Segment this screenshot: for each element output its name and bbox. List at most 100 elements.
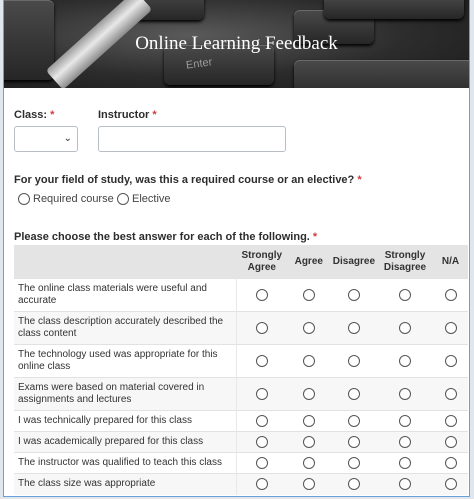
matrix-cell [236, 473, 287, 495]
radio-button[interactable] [347, 388, 360, 400]
matrix-cell [433, 431, 468, 453]
matrix-cell [236, 278, 287, 312]
matrix-row-label: The online class materials were useful a… [14, 278, 238, 312]
radio-button[interactable] [256, 355, 269, 367]
radio-button[interactable] [256, 388, 269, 400]
radio-button[interactable] [347, 322, 360, 334]
matrix-cell [330, 473, 378, 495]
radio-button[interactable] [256, 478, 269, 491]
radio-button[interactable] [444, 289, 457, 301]
matrix-cell [286, 278, 331, 312]
matrix-cell [236, 344, 287, 378]
matrix-cell [286, 473, 331, 495]
matrix-row-label: The class size was appropriate [14, 473, 238, 495]
matrix-row: Exams were based on material covered in … [14, 377, 468, 411]
matrix-cell [433, 473, 468, 495]
matrix-row-label: Exams were based on material covered in … [14, 377, 238, 411]
column-header: Disagree [330, 245, 378, 279]
column-header: Strongly Agree [236, 245, 287, 279]
radio-button[interactable] [347, 457, 360, 469]
matrix-cell [377, 344, 433, 378]
matrix-cell [286, 431, 331, 453]
radio-button[interactable] [347, 436, 360, 448]
radio-button[interactable] [444, 415, 457, 427]
matrix-cell [433, 344, 468, 378]
matrix-cell [330, 377, 378, 411]
matrix-question: Please choose the best answer for each o… [14, 231, 318, 243]
radio-button[interactable] [399, 478, 411, 491]
matrix-cell [433, 410, 468, 432]
radio-button[interactable] [256, 322, 269, 334]
option-required-course[interactable]: Required course [18, 193, 114, 205]
radio-button[interactable] [347, 415, 360, 427]
radio-button[interactable] [347, 355, 360, 367]
column-header: N/A [433, 245, 468, 279]
radio-button[interactable] [399, 355, 411, 367]
radio-button[interactable] [444, 322, 457, 334]
instructor-input[interactable] [98, 126, 286, 152]
matrix-cell [330, 431, 378, 453]
matrix-row-label: I was academically prepared for this cla… [14, 431, 238, 453]
matrix-cell [236, 431, 287, 453]
radio-button[interactable] [399, 322, 411, 334]
matrix-row: The class size was appropriate [14, 473, 468, 495]
matrix-cell [330, 410, 378, 432]
matrix-row-label: The technology used was appropriate for … [14, 344, 238, 378]
radio-button[interactable] [256, 289, 269, 301]
radio-button[interactable] [444, 355, 457, 367]
class-label: Class: * [14, 109, 55, 121]
radio-button[interactable] [347, 289, 360, 301]
column-header: Strongly Disagree [377, 245, 433, 279]
radio-button[interactable] [399, 388, 411, 400]
matrix-cell [286, 344, 331, 378]
radio-button[interactable] [302, 478, 315, 491]
matrix-row: The instructor was qualified to teach th… [14, 452, 468, 474]
radio-button[interactable] [117, 193, 129, 205]
matrix-header-blank [14, 245, 237, 279]
matrix-cell [433, 278, 468, 312]
radio-button[interactable] [399, 457, 411, 469]
matrix-cell [377, 377, 433, 411]
matrix-cell [433, 452, 468, 474]
matrix-cell [433, 377, 468, 411]
matrix-cell [377, 278, 433, 312]
matrix-cell [377, 473, 433, 495]
radio-button[interactable] [256, 415, 269, 427]
radio-button[interactable] [256, 436, 269, 448]
radio-button[interactable] [444, 388, 457, 400]
class-select[interactable]: ⌄ [14, 126, 78, 152]
radio-button[interactable] [302, 436, 315, 448]
instructor-label: Instructor * [98, 109, 157, 121]
column-header: Agree [286, 245, 331, 279]
radio-button[interactable] [302, 415, 315, 427]
radio-button[interactable] [302, 355, 315, 367]
matrix-cell [330, 344, 378, 378]
radio-button[interactable] [444, 436, 457, 448]
radio-button[interactable] [399, 415, 411, 427]
radio-button[interactable] [347, 478, 360, 491]
matrix-row: The technology used was appropriate for … [14, 344, 468, 378]
radio-button[interactable] [302, 457, 315, 469]
radio-button[interactable] [399, 436, 411, 448]
radio-button[interactable] [302, 322, 315, 334]
required-asterisk: * [312, 231, 318, 243]
matrix-header-row: Strongly Agree Agree Disagree Strongly D… [14, 245, 468, 279]
radio-button[interactable] [444, 457, 457, 469]
keyboard-key-graphic [324, 0, 464, 19]
radio-button[interactable] [444, 478, 457, 491]
required-asterisk: * [152, 109, 157, 121]
matrix-row: I was academically prepared for this cla… [14, 431, 468, 453]
matrix-cell [330, 452, 378, 474]
radio-button[interactable] [302, 388, 315, 400]
radio-button[interactable] [302, 289, 315, 301]
option-elective[interactable]: Elective [117, 193, 171, 205]
radio-button[interactable] [399, 289, 411, 301]
matrix-cell [330, 278, 378, 312]
form-container: Enter Online Learning Feedback Class: * … [3, 0, 470, 497]
matrix-row-label: I was technically prepared for this clas… [14, 410, 238, 432]
matrix-cell [433, 311, 468, 345]
matrix-cell [377, 431, 433, 453]
radio-button[interactable] [18, 193, 30, 205]
radio-button[interactable] [256, 457, 269, 469]
matrix-row: I was technically prepared for this clas… [14, 410, 468, 432]
